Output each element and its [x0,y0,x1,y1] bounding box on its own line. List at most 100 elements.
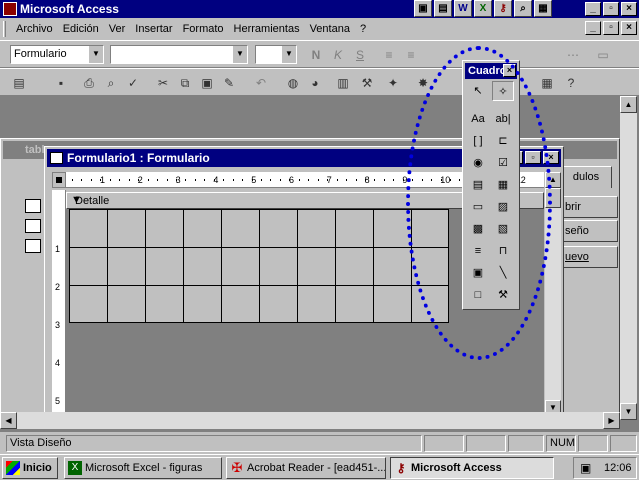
font-size-combo[interactable]: ▼ [255,45,297,64]
help-icon[interactable]: ? [560,73,582,93]
line-tool[interactable]: ╲ [492,263,514,283]
print-preview-icon[interactable]: ⌕ [100,73,122,93]
print-icon[interactable]: ⎙ [78,73,100,93]
form-object-icon[interactable] [25,239,41,253]
database-window-icon[interactable]: ▦ [536,73,558,93]
toggle-button-tool[interactable]: ⊏ [492,131,514,151]
scroll-thumb[interactable] [545,188,561,208]
rectangle-tool[interactable]: □ [467,285,489,305]
chevron-down-icon[interactable]: ▼ [281,46,296,63]
toolbox-icon[interactable]: ⚒ [356,73,378,93]
scheduler-icon[interactable]: ▣ [580,461,596,475]
checkbox-tool[interactable]: ☑ [492,153,514,173]
menu-ventana[interactable]: Ventana [310,23,350,35]
menu-ver[interactable]: Ver [109,23,126,35]
search-shortcut-icon[interactable]: ⌕ [514,0,532,17]
image-tool[interactable]: ▨ [492,197,514,217]
code-icon[interactable]: ✸ [412,73,434,93]
tab-modulos[interactable]: dulos [560,166,612,188]
spelling-icon[interactable]: ✓ [122,73,144,93]
task-excel[interactable]: X Microsoft Excel - figuras [64,457,222,479]
form-selector[interactable] [52,172,66,188]
access-shortcut-icon[interactable]: ⚷ [494,0,512,17]
clock[interactable]: 12:06 [604,462,632,474]
tab-control-tool[interactable]: ⊓ [492,241,514,261]
scroll-down-icon[interactable]: ▼ [620,403,637,420]
detail-section-grid[interactable] [69,209,449,323]
object-combo[interactable]: Formulario ▼ [10,45,104,64]
font-combo[interactable]: ▼ [110,45,248,64]
doc-restore-button[interactable]: ▫ [603,21,619,35]
chevron-down-icon[interactable]: ▼ [232,46,247,63]
menubar-grip[interactable] [3,21,6,37]
control-wizard-tool[interactable]: ✧ [492,81,514,101]
command-button-tool[interactable]: ▭ [467,197,489,217]
textbox-tool[interactable]: ab| [492,109,514,129]
scroll-right-icon[interactable]: ▶ [603,412,620,429]
subform-tool[interactable]: ▣ [467,263,489,283]
menu-archivo[interactable]: Archivo [16,23,53,35]
list-box-tool[interactable]: ▦ [492,175,514,195]
task-acrobat[interactable]: ✠ Acrobat Reader - [ead451-... [226,457,386,479]
vertical-ruler[interactable]: 1 2 3 4 5 [52,190,66,416]
excel-shortcut-icon[interactable]: X [474,0,492,17]
web-toolbar-icon[interactable]: ◕ [304,73,326,93]
insert-hyperlink-icon[interactable]: ◍ [282,73,304,93]
combo-box-tool[interactable]: ▤ [467,175,489,195]
calendar-shortcut-icon[interactable]: ▦ [534,0,552,17]
align-left-icon[interactable]: ≡ [378,45,400,65]
italic-icon[interactable]: K [327,45,349,65]
paste-icon[interactable]: ▣ [196,73,218,93]
field-list-icon[interactable]: ▥ [332,73,354,93]
underline-icon[interactable]: S [349,45,371,65]
maximize-button[interactable]: ▫ [603,2,619,16]
minimize-button[interactable]: _ [585,2,601,16]
undo-icon[interactable]: ↶ [250,73,272,93]
notes-shortcut-icon[interactable]: ▤ [434,0,452,17]
toolbox-close-button[interactable]: × [503,64,516,77]
main-horizontal-scrollbar[interactable]: ◀ ▶ [0,412,620,429]
new-button[interactable]: uevo [560,246,618,268]
open-button[interactable]: brir [560,196,618,218]
autoformat-icon[interactable]: ✦ [382,73,404,93]
toolbox-palette[interactable]: Cuadro × ↖ ✧ Aa ab|[ ] ⊏ ◉ ☑ ▤ ▦ ▭ ▨ ▩ ▧ ≡ ⊓ ▣ ╲ □ ⚒ [462,60,520,310]
form-object-icon[interactable] [25,219,41,233]
page-break-tool[interactable]: ≡ [467,241,489,261]
form-vertical-scrollbar[interactable]: ▲ ▼ [545,172,561,416]
office-shortcut-icon[interactable]: ▣ [414,0,432,17]
format-painter-icon[interactable]: ✎ [218,73,240,93]
bold-icon[interactable]: N [305,45,327,65]
form-object-icon[interactable] [25,199,41,213]
scroll-up-icon[interactable]: ▲ [620,96,637,113]
word-shortcut-icon[interactable]: W [454,0,472,17]
unbound-object-tool[interactable]: ▩ [467,219,489,239]
view-icon[interactable]: ▤ [8,73,30,93]
scroll-up-icon[interactable]: ▲ [545,172,561,188]
doc-minimize-button[interactable]: _ [585,21,601,35]
more-controls-tool[interactable]: ⚒ [492,285,514,305]
label-tool[interactable]: Aa [467,109,489,129]
form-close-button[interactable]: × [543,151,559,164]
design-button[interactable]: seño [560,220,618,242]
option-group-tool[interactable]: [ ] [467,131,489,151]
doc-close-button[interactable]: × [621,21,637,35]
copy-icon[interactable]: ⧉ [174,73,196,93]
border-width-icon[interactable]: ⋯ [562,45,584,65]
menu-insertar[interactable]: Insertar [135,23,172,35]
menu-help[interactable]: ? [360,23,366,35]
scroll-left-icon[interactable]: ◀ [0,412,17,429]
align-center-icon[interactable]: ≡ [400,45,422,65]
task-access[interactable]: ⚷ Microsoft Access [390,457,554,479]
main-vertical-scrollbar[interactable]: ▲ ▼ [620,96,637,420]
close-button[interactable]: × [621,2,637,16]
access-key-icon[interactable] [3,2,17,16]
save-icon[interactable]: ▪ [50,73,72,93]
chevron-down-icon[interactable]: ▼ [88,46,103,63]
option-button-tool[interactable]: ◉ [467,153,489,173]
menu-formato[interactable]: Formato [183,23,224,35]
select-objects-tool[interactable]: ↖ [467,81,489,101]
special-effect-icon[interactable]: ▭ [592,45,614,65]
menu-edicion[interactable]: Edición [63,23,99,35]
bound-object-tool[interactable]: ▧ [492,219,514,239]
menu-herramientas[interactable]: Herramientas [234,23,300,35]
